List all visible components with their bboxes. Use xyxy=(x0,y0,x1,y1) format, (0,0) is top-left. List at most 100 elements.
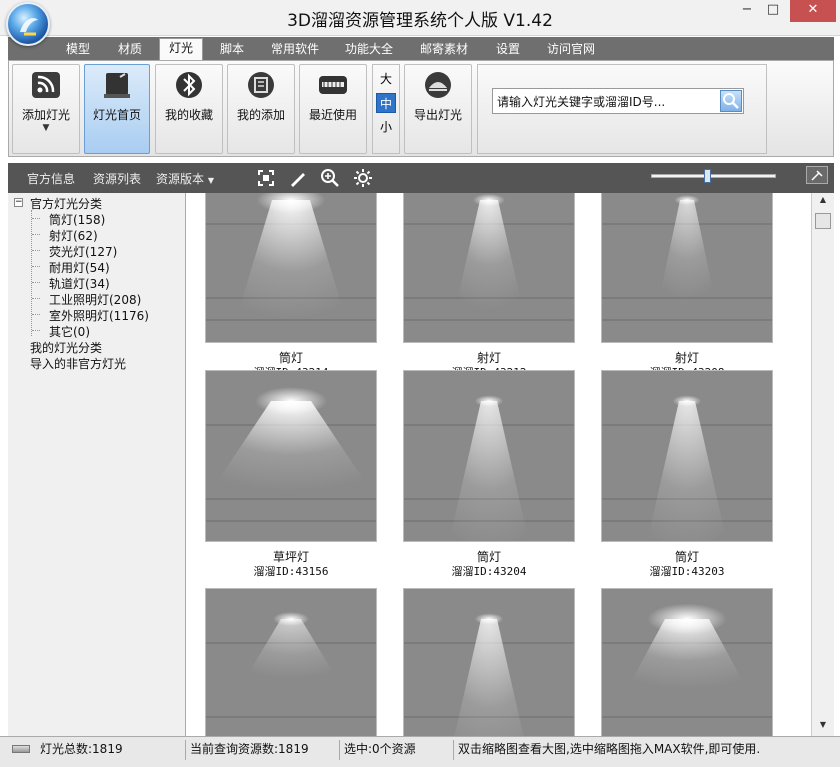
recently-used-label: 最近使用 xyxy=(308,108,357,122)
my-favorites-label: 我的收藏 xyxy=(164,108,213,122)
zoom-in-icon[interactable] xyxy=(319,167,341,189)
light-thumbnail-image[interactable] xyxy=(403,193,575,343)
chevron-down-icon: ▼ xyxy=(207,176,214,185)
window-title: 3D溜溜资源管理系统个人版 V1.42 xyxy=(287,11,553,31)
vertical-scrollbar[interactable]: ▲ ▼ xyxy=(811,193,834,736)
tab-mail-assets[interactable]: 邮寄素材 xyxy=(411,40,477,60)
tree-branch xyxy=(32,218,40,219)
status-selected: 选中:0个资源 xyxy=(340,740,454,760)
tab-settings[interactable]: 设置 xyxy=(486,40,530,60)
tree-node-spotlight[interactable]: 射灯(62) xyxy=(49,227,98,244)
status-query-count: 当前查询资源数:1819 xyxy=(186,740,340,760)
export-lights-label: 导出灯光 xyxy=(413,108,462,122)
recent-icon xyxy=(319,76,347,94)
bluetooth-icon xyxy=(176,72,202,98)
tree-node-imported[interactable]: 导入的非官方灯光 xyxy=(30,355,126,372)
resource-version-label: 资源版本 xyxy=(156,172,205,186)
add-light-button[interactable]: 添加灯光 ▼ xyxy=(12,64,80,154)
tree-node-my-categories[interactable]: 我的灯光分类 xyxy=(30,339,102,356)
title-bar: 3D溜溜资源管理系统个人版 V1.42 − □ ✕ xyxy=(0,0,840,36)
my-added-button[interactable]: 我的添加 xyxy=(227,64,295,154)
tab-model[interactable]: 模型 xyxy=(55,40,101,60)
search-input[interactable] xyxy=(493,89,721,113)
scroll-up-arrow[interactable]: ▲ xyxy=(815,195,831,209)
close-button[interactable]: ✕ xyxy=(790,0,836,22)
export-icon xyxy=(425,72,451,98)
status-hint: 双击缩略图查看大图,选中缩略图拖入MAX软件,即可使用. xyxy=(458,742,761,756)
resource-list-link[interactable]: 资源列表 xyxy=(93,170,141,187)
tree-node-durable[interactable]: 耐用灯(54) xyxy=(49,259,110,276)
light-home-label: 灯光首页 xyxy=(92,108,141,122)
scroll-down-arrow[interactable]: ▼ xyxy=(815,720,831,734)
tree-branch xyxy=(32,234,40,235)
thumbnail-size-group: 大 中 小 xyxy=(372,64,400,154)
light-id: 溜溜ID:43156 xyxy=(253,565,329,578)
light-thumbnail-image[interactable] xyxy=(205,193,377,343)
tab-official-site[interactable]: 访问官网 xyxy=(538,40,604,60)
tree-node-fluorescent[interactable]: 荧光灯(127) xyxy=(49,243,117,260)
tab-features[interactable]: 功能大全 xyxy=(336,40,402,60)
tree-branch xyxy=(32,250,40,251)
light-home-icon xyxy=(104,73,130,98)
official-info-link[interactable]: 官方信息 xyxy=(27,170,75,187)
size-small-option[interactable]: 小 xyxy=(376,117,396,137)
status-total: 灯光总数:1819 xyxy=(36,740,186,760)
fit-icon[interactable] xyxy=(255,167,277,189)
minimize-button[interactable]: − xyxy=(738,0,756,22)
resource-version-dropdown[interactable]: 资源版本 ▼ xyxy=(156,170,214,187)
tab-material[interactable]: 材质 xyxy=(107,40,153,60)
light-thumbnail-image[interactable] xyxy=(601,588,773,736)
light-thumbnail-image[interactable] xyxy=(403,588,575,736)
search-group xyxy=(477,64,767,154)
tree-node-official[interactable]: 官方灯光分类 xyxy=(30,195,102,212)
maximize-button[interactable]: □ xyxy=(764,0,782,22)
recently-used-button[interactable]: 最近使用 xyxy=(299,64,367,154)
sun-icon[interactable] xyxy=(352,167,374,189)
my-favorites-button[interactable]: 我的收藏 xyxy=(155,64,223,154)
tree-collapse-toggle[interactable]: − xyxy=(14,198,23,207)
my-added-label: 我的添加 xyxy=(236,108,285,122)
scroll-thumb[interactable] xyxy=(815,213,831,229)
light-thumbnail-image[interactable] xyxy=(205,370,377,542)
tree-branch xyxy=(32,314,40,315)
thumbnail-zoom-slider[interactable] xyxy=(651,169,776,183)
tree-branch xyxy=(32,330,40,331)
pin-button[interactable] xyxy=(806,166,828,184)
resource-toolbar: 官方信息 资源列表 资源版本 ▼ xyxy=(8,163,834,193)
size-medium-option[interactable]: 中 xyxy=(376,93,396,113)
tree-branch xyxy=(32,282,40,283)
app-logo-icon[interactable] xyxy=(6,2,50,46)
tree-branch xyxy=(32,266,40,267)
ribbon: 添加灯光 ▼ 灯光首页 我的收藏 我的添加 最近使用 大 中 小 导出灯光 请输… xyxy=(8,60,834,157)
chevron-down-icon: ▼ xyxy=(42,123,50,133)
status-grip-icon xyxy=(12,745,30,753)
status-bar: 灯光总数:1819 当前查询资源数:1819 选中:0个资源 双击缩略图查看大图… xyxy=(0,736,840,767)
export-lights-button[interactable]: 导出灯光 xyxy=(404,64,472,154)
tree-node-industrial[interactable]: 工业照明灯(208) xyxy=(49,291,141,308)
tree-node-track[interactable]: 轨道灯(34) xyxy=(49,275,110,292)
pen-icon[interactable] xyxy=(287,167,309,189)
light-thumbnail-image[interactable] xyxy=(205,588,377,736)
light-thumbnail-image[interactable] xyxy=(601,370,773,542)
add-light-label: 添加灯光 xyxy=(21,108,70,122)
thumbnail-grid: 筒灯溜溜ID:43214射灯溜溜ID:43212射灯溜溜ID:43208草坪灯溜… xyxy=(186,193,811,736)
tree-node-downlight[interactable]: 筒灯(158) xyxy=(49,211,105,228)
light-thumbnail-image[interactable] xyxy=(601,193,773,343)
tab-script[interactable]: 脚本 xyxy=(210,40,254,60)
search-box xyxy=(492,88,744,114)
slider-thumb[interactable] xyxy=(704,169,712,183)
light-home-button[interactable]: 灯光首页 xyxy=(84,64,150,154)
tab-lights[interactable]: 灯光 xyxy=(159,38,203,60)
light-id: 溜溜ID:43203 xyxy=(649,565,725,578)
tree-node-outdoor[interactable]: 室外照明灯(1176) xyxy=(49,307,149,324)
category-tree: − 官方灯光分类 筒灯(158) 射灯(62) 荧光灯(127) 耐用灯(54)… xyxy=(8,193,186,736)
menu-tabs: 模型 材质 灯光 脚本 常用软件 功能大全 邮寄素材 设置 访问官网 xyxy=(8,37,834,60)
size-large-option[interactable]: 大 xyxy=(376,69,396,89)
tree-node-other[interactable]: 其它(0) xyxy=(49,323,90,340)
search-button[interactable] xyxy=(720,90,742,112)
tab-common-software[interactable]: 常用软件 xyxy=(262,40,328,60)
pin-icon xyxy=(811,170,823,181)
search-icon xyxy=(723,93,739,109)
light-thumbnail-image[interactable] xyxy=(403,370,575,542)
tree-guide-line xyxy=(31,210,32,336)
